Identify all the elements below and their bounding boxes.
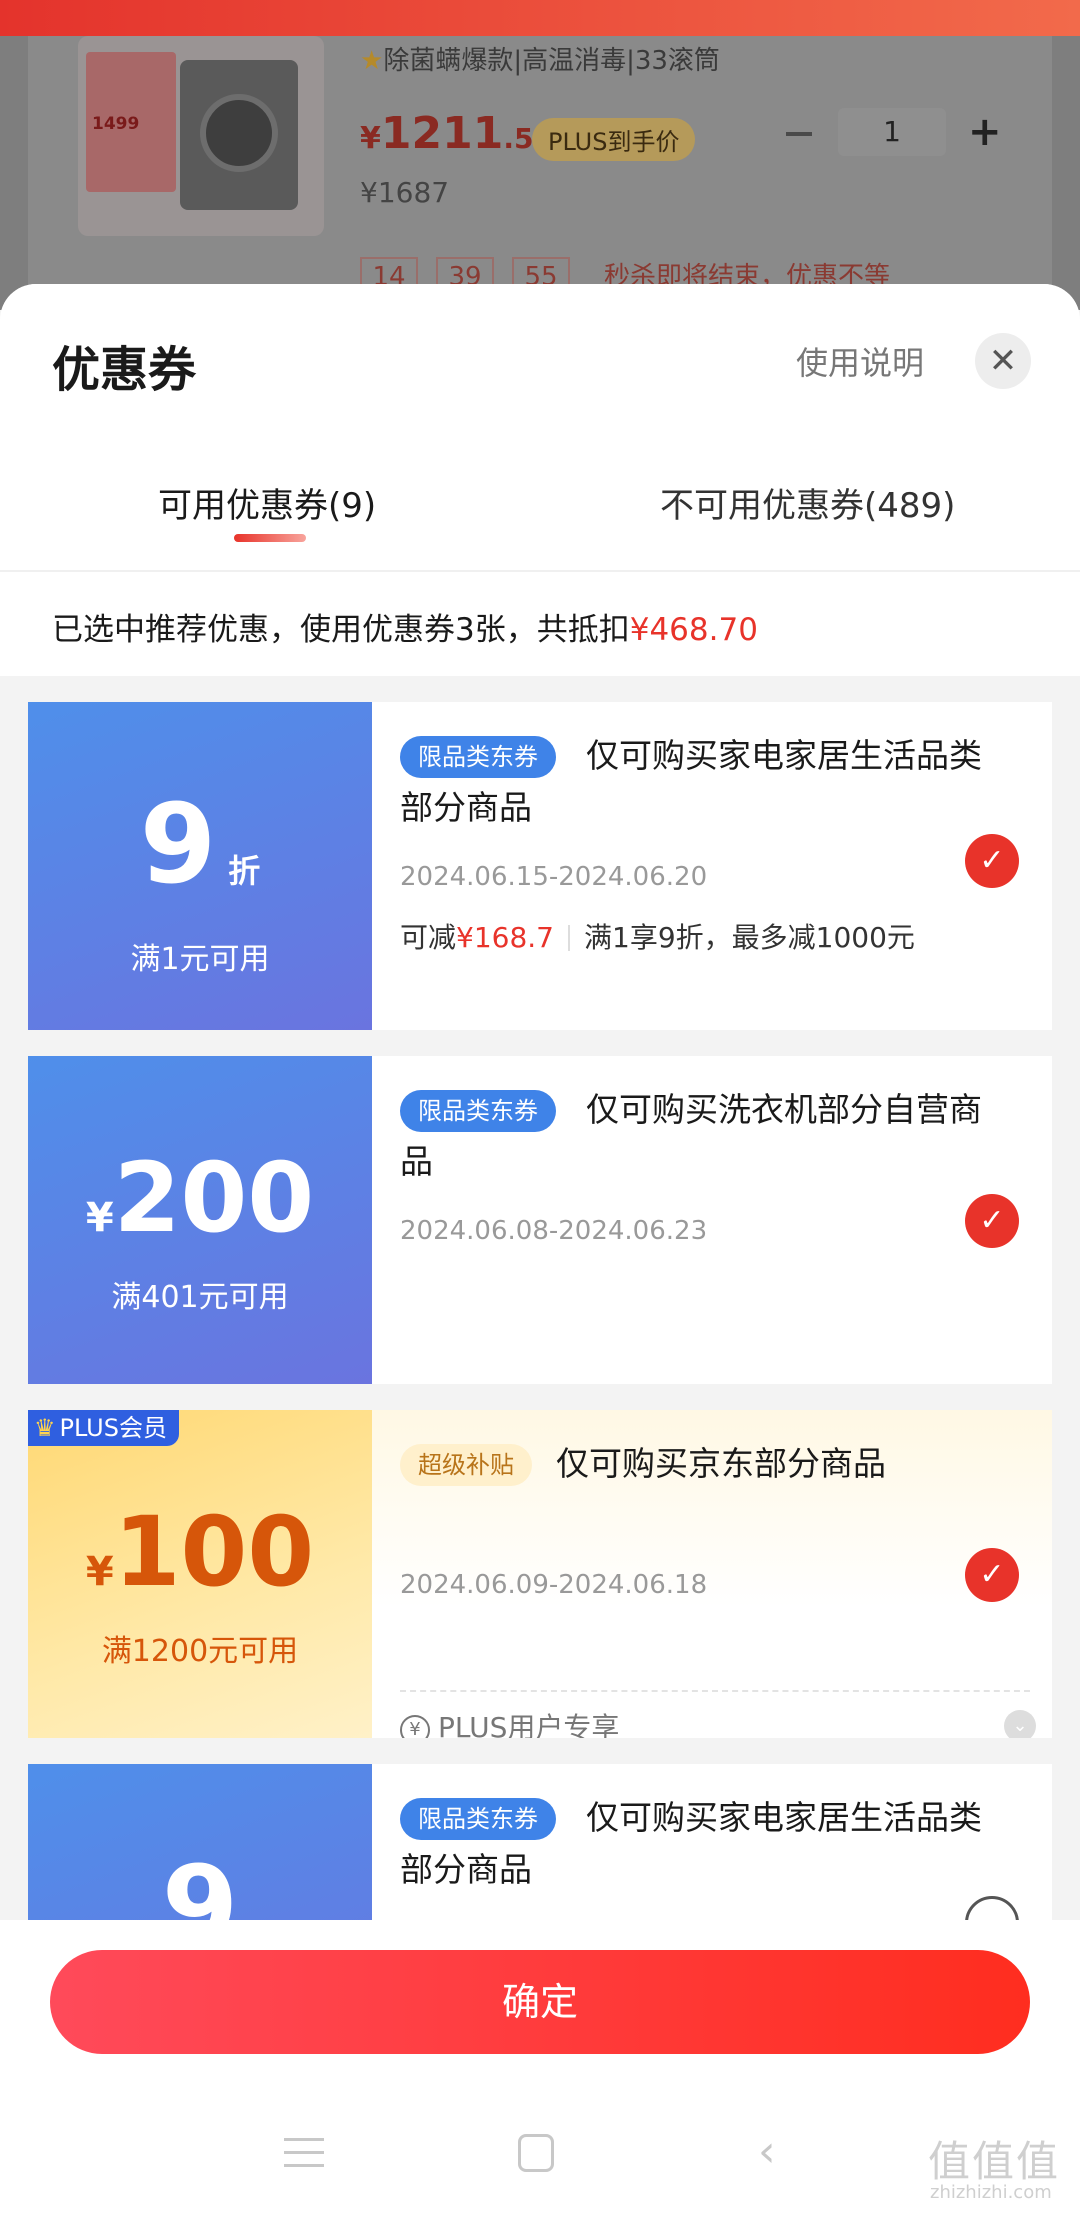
watermark-url: zhizhizhi.com — [930, 2182, 1052, 2203]
usage-instructions-link[interactable]: 使用说明 — [796, 338, 924, 384]
coupon-title: 仅可购买洗衣机部分自营商品 — [400, 1090, 982, 1181]
coupon-card[interactable]: ¥200 满401元可用 限品类东券 仅可购买洗衣机部分自营商品 2024.06… — [28, 1056, 1052, 1384]
original-price: ¥1687 — [360, 176, 450, 209]
product-price: ¥1211.55 — [360, 108, 553, 159]
coupon-card[interactable]: 9折 满1元可用 限品类东券 仅可购买家电家居生活品类部分商品 2024.06.… — [28, 702, 1052, 1030]
coupon-value-panel: ¥200 满401元可用 — [28, 1056, 372, 1384]
divider — [400, 1690, 1030, 1692]
quantity-minus-button[interactable] — [786, 132, 812, 136]
confirm-button[interactable]: 确定 — [50, 1950, 1030, 2054]
summary-text: 已选中推荐优惠，使用优惠券3张，共抵扣¥468.70 — [52, 612, 758, 648]
coupon-value-panel: ¥100 满1200元可用 — [28, 1410, 372, 1738]
crown-icon: ♛ — [34, 1414, 56, 1442]
nav-menu-icon[interactable] — [284, 2138, 324, 2170]
coupon-title: 仅可购买家电家居生活品类部分商品 — [400, 1798, 982, 1889]
promo-poster: 1499 — [86, 52, 176, 192]
coupon-condition: 满1元可用 — [130, 942, 270, 977]
product-title: ★除菌螨爆款|高温消毒|33滚筒 — [360, 46, 720, 76]
header-strip — [0, 0, 1080, 36]
tab-unavailable-coupons[interactable]: 不可用优惠券(489) — [660, 478, 955, 527]
chevron-down-icon[interactable]: ⌄ — [1004, 1710, 1036, 1738]
coupon-date: 2024.06.08-2024.06.23 — [400, 1216, 708, 1246]
coupon-detail: 可减¥168.7 满1享9折，最多减1000元 — [400, 921, 915, 954]
close-button[interactable]: ✕ — [975, 333, 1031, 389]
coupon-condition: 满401元可用 — [111, 1280, 289, 1315]
washer-door — [200, 94, 278, 172]
plus-exclusive-label: ¥ PLUS用户专享 — [400, 1706, 619, 1738]
watermark-logo: 值值值 — [928, 2137, 1061, 2186]
coupon-value-panel: 9折 满1元可用 — [28, 702, 372, 1030]
washing-machine-image — [180, 60, 298, 210]
product-image[interactable]: 1499 — [78, 36, 324, 236]
coupon-condition: 满1200元可用 — [101, 1634, 299, 1669]
quantity-input[interactable]: 1 — [838, 108, 946, 156]
coupon-date: 2024.06.15-2024.06.20 — [400, 862, 708, 892]
coupon-value: ¥100 — [85, 1496, 315, 1608]
coupon-selected-check[interactable]: ✓ — [965, 1548, 1019, 1602]
selection-summary: 已选中推荐优惠，使用优惠券3张，共抵扣¥468.70 — [0, 570, 1080, 676]
coupon-value: 9折 — [139, 780, 261, 908]
coupon-date: 2024.06.09-2024.06.18 — [400, 1570, 708, 1600]
poster-price: 1499 — [92, 114, 140, 134]
active-tab-indicator — [234, 534, 306, 542]
coupon-selected-check[interactable]: ✓ — [965, 834, 1019, 888]
quantity-plus-button[interactable]: + — [968, 112, 1002, 152]
tab-available-coupons[interactable]: 可用优惠券(9) — [158, 478, 376, 527]
plus-member-badge: ♛ PLUS会员 — [28, 1410, 179, 1446]
bottom-action-bar: 确定 ‹ — [0, 1920, 1080, 2215]
star-icon: ★ — [360, 46, 384, 76]
nav-back-icon[interactable]: ‹ — [758, 2130, 776, 2174]
coupon-title: 仅可购买家电家居生活品类部分商品 — [400, 736, 982, 827]
coupon-card-plus[interactable]: ¥100 满1200元可用 ♛ PLUS会员 超级补贴 仅可购买京东部分商品 20… — [28, 1410, 1052, 1738]
coupon-selected-check[interactable]: ✓ — [965, 1194, 1019, 1248]
sheet-title: 优惠券 — [52, 342, 197, 398]
summary-amount: ¥468.70 — [629, 612, 758, 648]
plus-price-badge: PLUS到手价 — [532, 118, 696, 161]
nav-home-icon[interactable] — [518, 2134, 554, 2172]
yen-circle-icon: ¥ — [400, 1715, 430, 1738]
coupon-value: ¥200 — [85, 1142, 315, 1254]
coupon-title: 仅可购买京东部分商品 — [556, 1444, 886, 1483]
sheet-header: 优惠券 使用说明 ✕ 可用优惠券(9) 不可用优惠券(489) — [0, 284, 1080, 570]
